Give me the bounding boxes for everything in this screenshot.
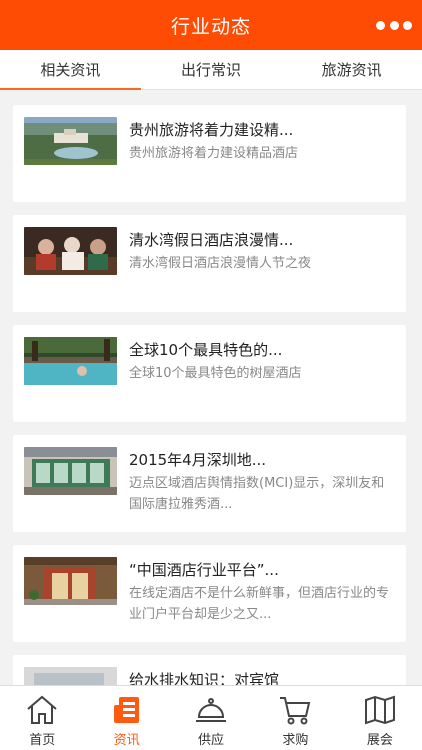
article-thumbnail — [24, 337, 117, 385]
nav-label: 首页 — [29, 733, 56, 748]
nav-label: 展会 — [366, 733, 393, 748]
article-summary: 贵州旅游将着力建设精品酒店 — [129, 146, 299, 161]
home-icon — [27, 695, 57, 724]
map-icon — [364, 695, 395, 725]
article-title: 贵州旅游将着力建设精... — [129, 121, 294, 139]
tab-label: 相关资讯 — [40, 61, 101, 79]
tab-travel-news[interactable]: 旅游资讯 — [281, 50, 422, 89]
news-icon — [113, 697, 139, 723]
article-thumbnail — [24, 227, 117, 275]
page-title: 行业动态 — [170, 15, 251, 38]
article-card[interactable]: 清水湾假日酒店浪漫情... 清水湾假日酒店浪漫情人节之夜 — [13, 215, 406, 312]
article-card[interactable]: 贵州旅游将着力建设精... 贵州旅游将着力建设精品酒店 — [13, 105, 406, 202]
bottom-navigation: 首页 资讯 供应 求购 展会 — [0, 685, 422, 750]
nav-label: 供应 — [198, 733, 225, 748]
article-card[interactable]: 2015年4月深圳地... 迈点区域酒店舆情指数(MCI)显示，深圳友和国际唐拉… — [13, 435, 406, 532]
nav-news[interactable]: 资讯 — [84, 686, 168, 750]
top-bar: 行业动态 — [0, 0, 422, 50]
category-tabs: 相关资讯 出行常识 旅游资讯 — [0, 50, 422, 90]
tab-related-news[interactable]: 相关资讯 — [0, 50, 141, 90]
article-summary: 清水湾假日酒店浪漫情人节之夜 — [129, 256, 312, 271]
article-title: 清水湾假日酒店浪漫情... — [129, 231, 294, 249]
tab-travel-tips[interactable]: 出行常识 — [141, 50, 282, 89]
article-title: “中国酒店行业平台”... — [129, 561, 279, 579]
more-dots-icon[interactable] — [376, 14, 412, 36]
article-card[interactable]: 全球10个最具特色的... 全球10个最具特色的树屋酒店 — [13, 325, 406, 422]
nav-home[interactable]: 首页 — [0, 686, 84, 750]
article-summary: 全球10个最具特色的树屋酒店 — [129, 366, 302, 381]
article-card[interactable]: “中国酒店行业平台”... 在线定酒店不是什么新鲜事，但酒店行业的专业门户平台却… — [13, 545, 406, 642]
cart-icon — [280, 697, 311, 725]
nav-purchase[interactable]: 求购 — [253, 686, 337, 750]
article-title: 全球10个最具特色的... — [129, 341, 283, 359]
article-list: 贵州旅游将着力建设精... 贵州旅游将着力建设精品酒店 清水湾假日酒店浪漫情..… — [13, 105, 406, 750]
article-title: 2015年4月深圳地... — [129, 451, 267, 469]
tab-label: 出行常识 — [181, 61, 242, 79]
nav-exhibition[interactable]: 展会 — [338, 686, 422, 750]
cloche-icon — [196, 698, 227, 722]
tab-label: 旅游资讯 — [321, 61, 382, 79]
article-summary: 迈点区域酒店舆情指数(MCI)显示，深圳友和国际唐拉雅秀酒... — [129, 476, 385, 512]
article-thumbnail — [24, 557, 117, 605]
article-summary: 在线定酒店不是什么新鲜事，但酒店行业的专业门户平台却是少之又... — [129, 586, 390, 622]
nav-label: 求购 — [282, 733, 309, 748]
nav-supply[interactable]: 供应 — [169, 686, 253, 750]
nav-label: 资讯 — [113, 733, 140, 748]
article-thumbnail — [24, 447, 117, 495]
article-thumbnail — [24, 117, 117, 165]
